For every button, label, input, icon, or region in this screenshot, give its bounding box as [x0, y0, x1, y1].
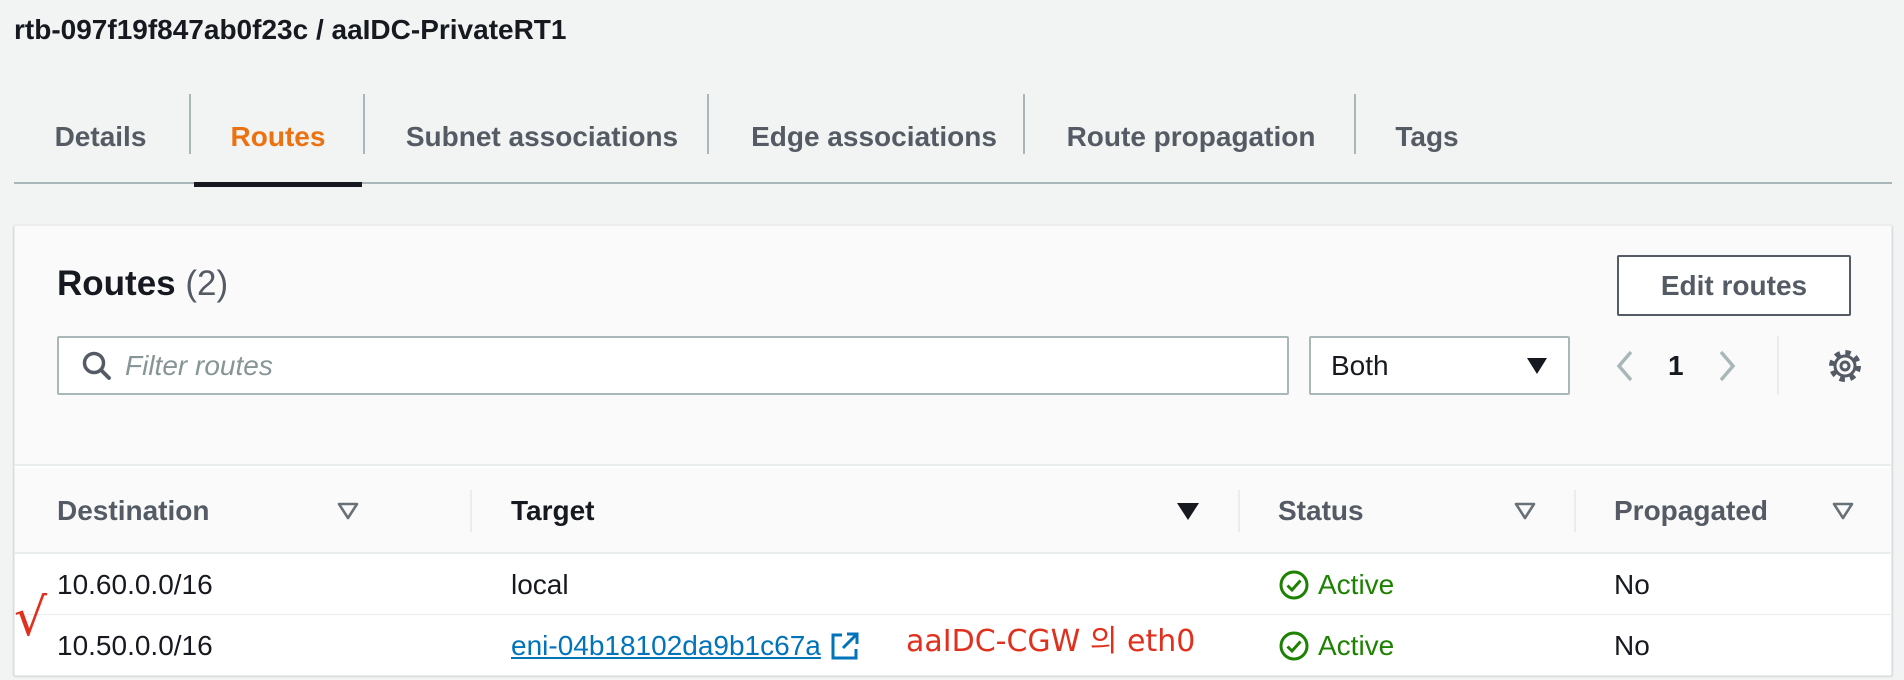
tab-details[interactable]: Details: [14, 90, 187, 184]
eni-target-link-text: eni-04b18102da9b1c67a: [511, 630, 821, 661]
status-cell: Active: [1278, 555, 1394, 615]
pagination: 1: [1605, 336, 1747, 395]
destination-cell: 10.60.0.0/16: [57, 569, 213, 600]
external-link-icon: [831, 632, 859, 660]
column-header-destination[interactable]: Destination: [57, 468, 209, 554]
route-type-select[interactable]: Both: [1309, 336, 1570, 395]
tab-subnet-associations[interactable]: Subnet associations: [365, 90, 719, 184]
search-icon: [82, 351, 111, 380]
propagated-cell: No: [1614, 569, 1650, 600]
routes-panel-header: Routes (2) Edit routes Both 1: [15, 226, 1891, 466]
previous-page-button[interactable]: [1605, 346, 1645, 386]
route-type-select-value: Both: [1331, 349, 1389, 381]
propagated-cell: No: [1614, 630, 1650, 661]
destination-cell: 10.50.0.0/16: [57, 630, 213, 661]
target-cell: eni-04b18102da9b1c67a: [511, 616, 861, 676]
column-divider: [470, 490, 472, 532]
status-text: Active: [1318, 630, 1395, 661]
target-cell: local: [511, 569, 569, 600]
column-header-propagated[interactable]: Propagated: [1614, 468, 1768, 554]
column-divider: [1238, 490, 1240, 532]
sort-icon[interactable]: [333, 496, 363, 526]
gear-icon[interactable]: [1825, 346, 1865, 386]
column-header-target[interactable]: Target: [511, 468, 595, 554]
routes-heading: Routes (2): [57, 264, 228, 304]
status-success-icon: [1279, 570, 1309, 600]
chevron-right-icon: [1719, 350, 1735, 381]
caret-down-icon: [1527, 357, 1547, 374]
eni-target-link[interactable]: eni-04b18102da9b1c67a: [511, 630, 861, 662]
column-header-status[interactable]: Status: [1278, 468, 1364, 554]
edit-routes-button[interactable]: Edit routes: [1617, 255, 1851, 316]
status-success-icon: [1279, 631, 1309, 661]
sort-icon[interactable]: [1510, 496, 1540, 526]
table-header: Destination Target Status Propagated: [15, 468, 1891, 554]
tab-tags[interactable]: Tags: [1356, 90, 1498, 184]
table-row[interactable]: 10.60.0.0/16 local Active No: [15, 555, 1891, 615]
tab-routes[interactable]: Routes: [194, 90, 362, 187]
tab-bar: Details Routes Subnet associations Edge …: [14, 90, 1892, 187]
tab-divider: [189, 94, 191, 154]
tab-route-propagation[interactable]: Route propagation: [1025, 90, 1357, 184]
current-page-number[interactable]: 1: [1668, 350, 1684, 382]
routes-title: Routes: [57, 264, 176, 303]
filter-routes-input[interactable]: [125, 349, 1225, 382]
handwritten-annotation-note: aaIDC-CGW 의 eth0: [906, 624, 1196, 659]
next-page-button[interactable]: [1707, 346, 1747, 386]
routes-panel: Routes (2) Edit routes Both 1: [14, 225, 1892, 676]
chevron-left-icon: [1616, 350, 1633, 381]
handwritten-check-mark: √: [14, 588, 48, 648]
column-divider: [1574, 490, 1576, 532]
routes-count: (2): [185, 264, 229, 303]
sort-icon[interactable]: [1173, 496, 1203, 526]
filter-routes-search[interactable]: [57, 336, 1289, 395]
status-cell: Active: [1278, 616, 1394, 676]
status-text: Active: [1318, 569, 1395, 600]
page-title: rtb-097f19f847ab0f23c / aaIDC-PrivateRT1: [14, 14, 567, 45]
pager-divider: [1777, 336, 1779, 395]
tab-edge-associations[interactable]: Edge associations: [709, 90, 1039, 184]
sort-icon[interactable]: [1828, 496, 1858, 526]
